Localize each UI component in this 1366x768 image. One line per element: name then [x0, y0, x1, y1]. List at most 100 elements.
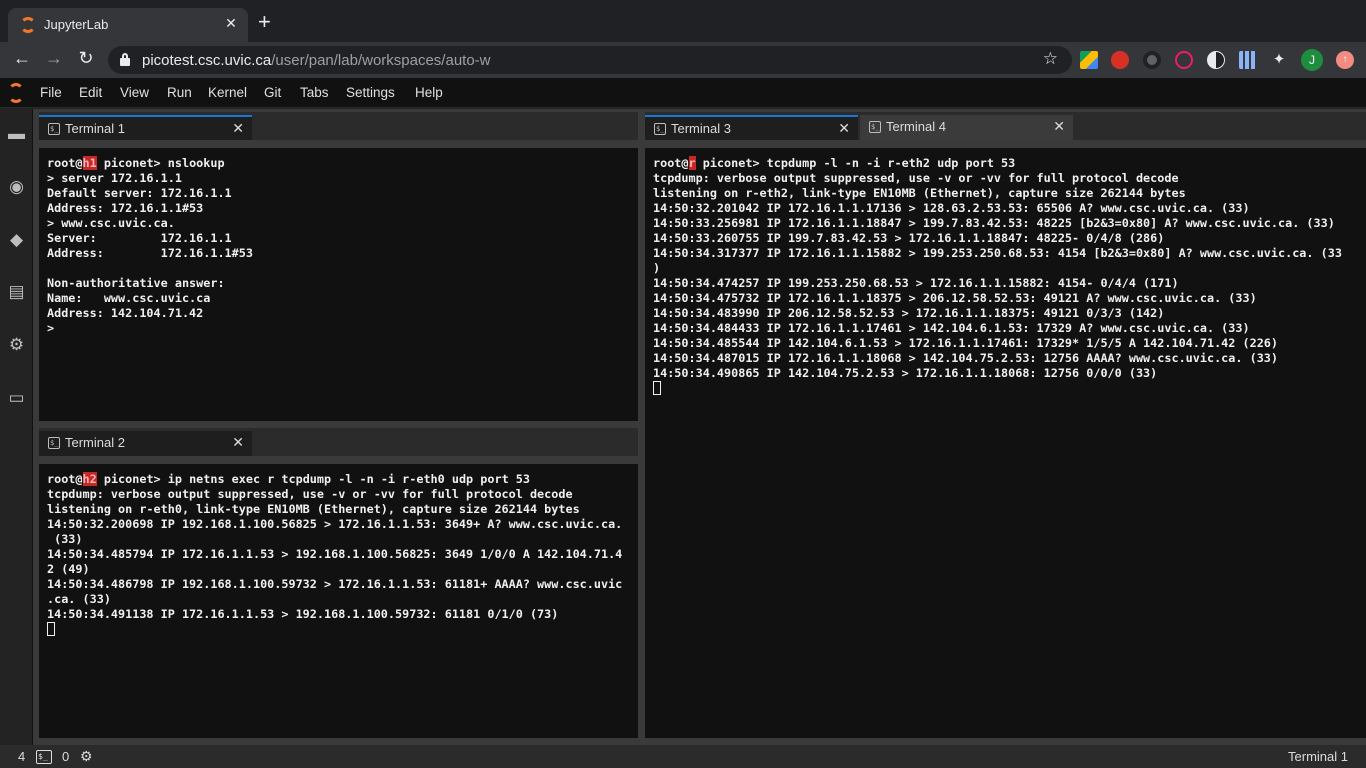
kernel-gear-icon: ⚙: [80, 748, 93, 764]
menu-run[interactable]: Run: [167, 85, 192, 100]
chrome-menu-icon[interactable]: ↑: [1336, 51, 1354, 69]
terminal-line: 14:50:34.485544 IP 142.104.6.1.53 > 172.…: [653, 336, 1279, 350]
terminals-count[interactable]: 4: [18, 749, 25, 764]
terminal-2-panel: $_ Terminal 2 ✕ root@h2 piconet> ip netn…: [39, 428, 638, 738]
tab-terminal-1[interactable]: $_ Terminal 1 ✕: [39, 115, 252, 140]
record-extension-icon[interactable]: [1175, 51, 1193, 69]
menu-file[interactable]: File: [40, 85, 62, 100]
terminal-line: Address: 172.16.1.1#53: [47, 246, 253, 260]
terminal-icon: $_: [48, 437, 60, 449]
reload-icon[interactable]: ↻: [74, 48, 98, 69]
close-icon[interactable]: ✕: [232, 120, 244, 137]
terminal-line: 14:50:34.484433 IP 172.16.1.1.17461 > 14…: [653, 321, 1250, 335]
jupyter-logo-icon: [6, 83, 26, 103]
terminal-1-panel: $_ Terminal 1 ✕ root@h1 piconet> nslooku…: [39, 112, 638, 421]
terminal-line: 14:50:34.474257 IP 199.253.250.68.53 > 1…: [653, 276, 1179, 290]
browser-tab-title: JupyterLab: [44, 17, 109, 32]
grid-extension-icon[interactable]: [1239, 51, 1257, 69]
terminal-line: 14:50:33.260755 IP 199.7.83.42.53 > 172.…: [653, 231, 1165, 245]
kernels-count[interactable]: 0: [62, 749, 69, 764]
terminal-line: Server: 172.16.1.1: [47, 231, 232, 245]
terminal-line: 14:50:34.475732 IP 172.16.1.1.18375 > 20…: [653, 291, 1257, 305]
folder-icon[interactable]: ▬: [7, 124, 26, 143]
drive-extension-icon[interactable]: [1080, 51, 1098, 69]
prompt-host: r: [688, 156, 696, 170]
tab-terminal-4[interactable]: $_ Terminal 4 ✕: [860, 115, 1073, 140]
address-bar[interactable]: picotest.csc.uvic.ca/user/pan/lab/worksp…: [108, 46, 1072, 74]
menu-view[interactable]: View: [120, 85, 149, 100]
menu-tabs[interactable]: Tabs: [300, 85, 329, 100]
tab-bar: $_ Terminal 1 ✕: [39, 112, 638, 140]
lock-icon: [120, 53, 130, 66]
prompt-host: h1: [82, 156, 97, 170]
prompt-host: h2: [82, 472, 97, 486]
close-icon[interactable]: ✕: [1053, 118, 1065, 135]
profile-avatar[interactable]: J: [1301, 49, 1323, 71]
terminal-line: listening on r-eth2, link-type EN10MB (E…: [653, 186, 1186, 200]
url-host: picotest.csc.uvic.ca: [142, 52, 272, 69]
terminal-line: > www.csc.uvic.ca.: [47, 216, 175, 230]
url-text: picotest.csc.uvic.ca/user/pan/lab/worksp…: [142, 52, 491, 69]
terminal-icon: $_: [654, 123, 666, 135]
settings-gear-icon[interactable]: ⚙: [7, 335, 26, 354]
terminal-line: (33): [47, 532, 83, 546]
terminal-line: 14:50:34.490865 IP 142.104.75.2.53 > 172…: [653, 366, 1158, 380]
menu-kernel[interactable]: Kernel: [208, 85, 247, 100]
prompt-user: root@: [653, 156, 689, 170]
prompt-user: root@: [47, 156, 83, 170]
tab-bar: $_ Terminal 3 ✕ $_ Terminal 4 ✕: [645, 112, 1366, 140]
contrast-extension-icon[interactable]: [1207, 51, 1225, 69]
terminal-icon: $_: [48, 123, 60, 135]
close-icon[interactable]: ✕: [232, 434, 244, 451]
terminal-cursor: [47, 622, 55, 636]
puzzle-extensions-icon[interactable]: ✦: [1270, 51, 1288, 69]
forward-icon[interactable]: →: [42, 48, 66, 69]
jupyter-menubar: File Edit View Run Kernel Git Tabs Setti…: [0, 78, 1366, 108]
terminal-2-output[interactable]: root@h2 piconet> ip netns exec r tcpdump…: [39, 464, 638, 738]
terminal-1-output[interactable]: root@h1 piconet> nslookup > server 172.1…: [39, 148, 638, 421]
tab-terminal-3[interactable]: $_ Terminal 3 ✕: [645, 115, 858, 140]
tab-label: Terminal 4: [886, 119, 946, 134]
commands-icon[interactable]: ▤: [7, 282, 26, 301]
browser-tabstrip: JupyterLab ✕ +: [0, 0, 1366, 42]
git-icon[interactable]: ◆: [7, 230, 26, 249]
prompt-user: root@: [47, 472, 83, 486]
browser-toolbar: ← → ↻ picotest.csc.uvic.ca/user/pan/lab/…: [0, 42, 1366, 78]
tab-label: Terminal 1: [65, 121, 125, 136]
terminal-line: tcpdump: verbose output suppressed, use …: [47, 487, 573, 501]
extension-icon[interactable]: [1143, 51, 1161, 69]
terminal-3-output[interactable]: root@r piconet> tcpdump -l -n -i r-eth2 …: [645, 148, 1366, 738]
terminal-line: > server 172.16.1.1: [47, 171, 182, 185]
menu-help[interactable]: Help: [415, 85, 443, 100]
back-icon[interactable]: ←: [10, 48, 34, 69]
menu-settings[interactable]: Settings: [346, 85, 395, 100]
terminal-line: ): [653, 261, 661, 275]
prompt-command: piconet> tcpdump -l -n -i r-eth2 udp por…: [695, 156, 1016, 170]
terminal-icon: $_: [36, 750, 52, 764]
close-icon[interactable]: ✕: [222, 15, 240, 32]
tab-bar: $_ Terminal 2 ✕: [39, 428, 638, 456]
terminal-line: Non-authoritative answer:: [47, 276, 225, 290]
new-tab-icon[interactable]: +: [258, 11, 271, 33]
browser-tab[interactable]: JupyterLab ✕: [8, 8, 248, 42]
menu-git[interactable]: Git: [264, 85, 281, 100]
close-icon[interactable]: ✕: [838, 120, 850, 137]
terminal-line: Address: 142.104.71.42: [47, 306, 204, 320]
menu-edit[interactable]: Edit: [79, 85, 102, 100]
terminal-line: 14:50:32.201042 IP 172.16.1.1.17136 > 12…: [653, 201, 1250, 215]
bookmark-star-icon[interactable]: ☆: [1043, 49, 1058, 69]
tab-terminal-2[interactable]: $_ Terminal 2 ✕: [39, 431, 252, 456]
main-dock-area: $_ Terminal 1 ✕ root@h1 piconet> nslooku…: [33, 109, 1366, 745]
running-sessions-icon[interactable]: ◉: [7, 177, 26, 196]
tab-label: Terminal 3: [671, 121, 731, 136]
terminal-line: 14:50:34.491138 IP 172.16.1.1.53 > 192.1…: [47, 607, 559, 621]
tabs-icon[interactable]: ▭: [7, 388, 26, 407]
active-tab-name: Terminal 1: [1288, 749, 1348, 764]
stop-extension-icon[interactable]: [1111, 51, 1129, 69]
terminal-line: 14:50:33.256981 IP 172.16.1.1.18847 > 19…: [653, 216, 1335, 230]
terminal-line: Name: www.csc.uvic.ca: [47, 291, 211, 305]
terminal-cursor: [653, 381, 661, 395]
terminal-line: 14:50:34.487015 IP 172.16.1.1.18068 > 14…: [653, 351, 1279, 365]
terminal-line: Default server: 172.16.1.1: [47, 186, 232, 200]
status-bar: 4 $_ 0 ⚙ Terminal 1: [0, 745, 1366, 768]
